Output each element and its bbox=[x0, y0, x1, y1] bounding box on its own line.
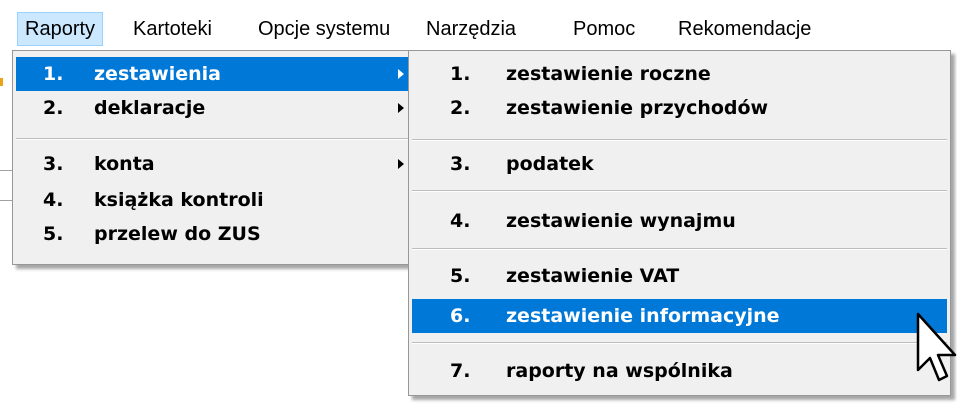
triangle-right-icon bbox=[398, 69, 404, 79]
menu-item-number: 2. bbox=[43, 97, 64, 119]
background-divider bbox=[0, 200, 12, 201]
menu-item-number: 6. bbox=[450, 305, 471, 327]
submenu-item-zestawienie-przychodow[interactable]: 2. zestawienie przychodów bbox=[412, 91, 947, 125]
menu-item-number: 5. bbox=[450, 265, 471, 287]
menu-item-label: książka kontroli bbox=[94, 189, 264, 211]
menu-item-label: zestawienia bbox=[94, 63, 221, 85]
menu-rekomendacje[interactable]: Rekomendacje bbox=[671, 12, 818, 46]
arrow-cursor-icon bbox=[916, 312, 957, 382]
menu-item-number: 4. bbox=[450, 210, 471, 232]
menu-raporty[interactable]: Raporty bbox=[17, 12, 104, 46]
background-divider bbox=[0, 170, 12, 171]
menu-item-label: zestawienie roczne bbox=[506, 63, 711, 85]
menu-item-label: podatek bbox=[506, 153, 594, 175]
submenu-item-zestawienie-wynajmu[interactable]: 4. zestawienie wynajmu bbox=[412, 204, 947, 238]
menu-opcje-systemu[interactable]: Opcje systemu bbox=[251, 12, 397, 46]
submenu-item-podatek[interactable]: 3. podatek bbox=[412, 147, 947, 181]
triangle-right-icon bbox=[398, 103, 404, 113]
menu-item-number: 2. bbox=[450, 97, 471, 119]
menu-item-label: deklaracje bbox=[94, 97, 206, 119]
menu-item-number: 3. bbox=[43, 153, 64, 175]
menu-item-number: 3. bbox=[450, 153, 471, 175]
triangle-right-icon bbox=[398, 159, 404, 169]
menu-separator bbox=[412, 190, 947, 192]
menu-pomoc[interactable]: Pomoc bbox=[566, 12, 642, 46]
menu-narzedzia[interactable]: Narzędzia bbox=[419, 12, 523, 46]
menu-item-label: zestawienie wynajmu bbox=[506, 210, 736, 232]
menu-item-number: 1. bbox=[43, 63, 64, 85]
menu-separator bbox=[412, 139, 947, 141]
menu-separator bbox=[16, 138, 413, 140]
menu-bar: Raporty Kartoteki Opcje systemu Narzędzi… bbox=[0, 0, 957, 50]
menu-item-number: 4. bbox=[43, 189, 64, 211]
menu-item-number: 5. bbox=[43, 223, 64, 245]
menu-item-label: konta bbox=[94, 153, 155, 175]
menu-item-przelew-do-zus[interactable]: 5. przelew do ZUS bbox=[16, 217, 413, 251]
submenu-item-zestawienie-informacyjne[interactable]: 6. zestawienie informacyjne bbox=[412, 299, 947, 333]
menu-item-deklaracje[interactable]: 2. deklaracje bbox=[16, 91, 413, 125]
submenu-item-zestawienie-roczne[interactable]: 1. zestawienie roczne bbox=[412, 57, 947, 91]
menu-item-label: raporty na wspólnika bbox=[506, 360, 733, 382]
menu-item-number: 1. bbox=[450, 63, 471, 85]
menu-separator bbox=[412, 248, 947, 250]
menu-item-ksiazka-kontroli[interactable]: 4. książka kontroli bbox=[16, 183, 413, 217]
menu-item-number: 7. bbox=[450, 360, 471, 382]
submenu-item-zestawienie-vat[interactable]: 5. zestawienie VAT bbox=[412, 259, 947, 293]
zestawienia-submenu: 1. zestawienie roczne 2. zestawienie prz… bbox=[408, 50, 951, 396]
menu-item-label: przelew do ZUS bbox=[94, 223, 261, 245]
raporty-menu: 1. zestawienia 2. deklaracje 3. konta 4.… bbox=[12, 50, 417, 265]
menu-item-label: zestawienie VAT bbox=[506, 265, 680, 287]
menu-kartoteki[interactable]: Kartoteki bbox=[126, 12, 219, 46]
menu-separator bbox=[412, 342, 947, 344]
menu-item-konta[interactable]: 3. konta bbox=[16, 147, 413, 181]
background-window-fragment bbox=[0, 78, 3, 86]
menu-item-label: zestawienie przychodów bbox=[506, 97, 769, 119]
submenu-item-raporty-na-wspolnika[interactable]: 7. raporty na wspólnika bbox=[412, 354, 947, 388]
menu-item-zestawienia[interactable]: 1. zestawienia bbox=[16, 57, 413, 91]
menu-item-label: zestawienie informacyjne bbox=[506, 305, 780, 327]
